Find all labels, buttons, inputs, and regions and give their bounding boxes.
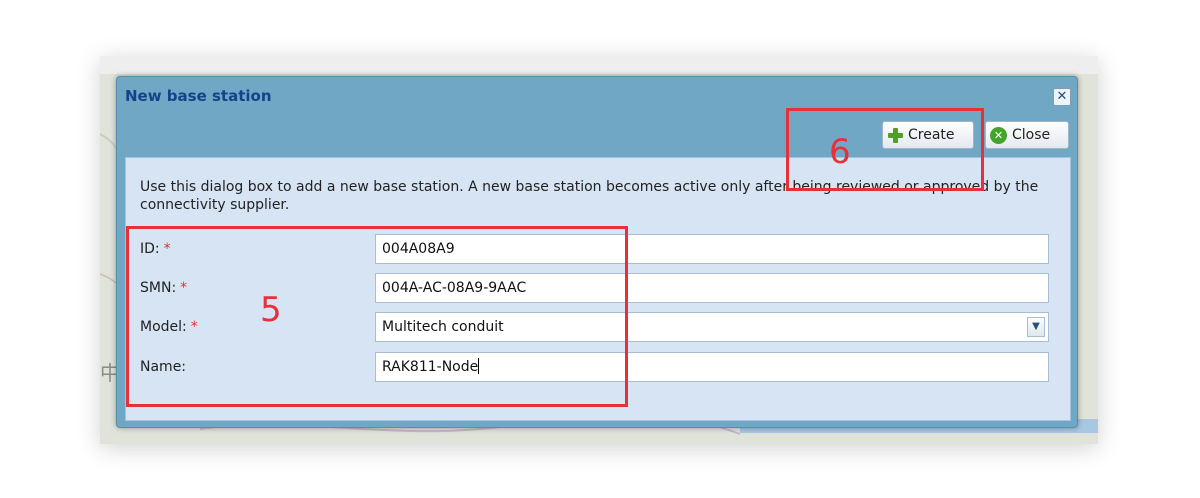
annotation-box-fields	[126, 226, 628, 407]
close-icon[interactable]: ✕	[1053, 88, 1071, 106]
close-button-label: Close	[1012, 127, 1051, 143]
annotation-number-5: 5	[260, 290, 282, 330]
annotation-number-6: 6	[829, 132, 851, 172]
close-circle-icon: ✕	[990, 126, 1007, 144]
chevron-down-icon[interactable]: ▼	[1027, 317, 1045, 337]
annotation-box-create	[786, 108, 984, 191]
dialog-title: New base station	[125, 87, 272, 105]
close-button[interactable]: ✕ Close	[985, 121, 1069, 149]
window-top-strip	[100, 56, 1098, 74]
